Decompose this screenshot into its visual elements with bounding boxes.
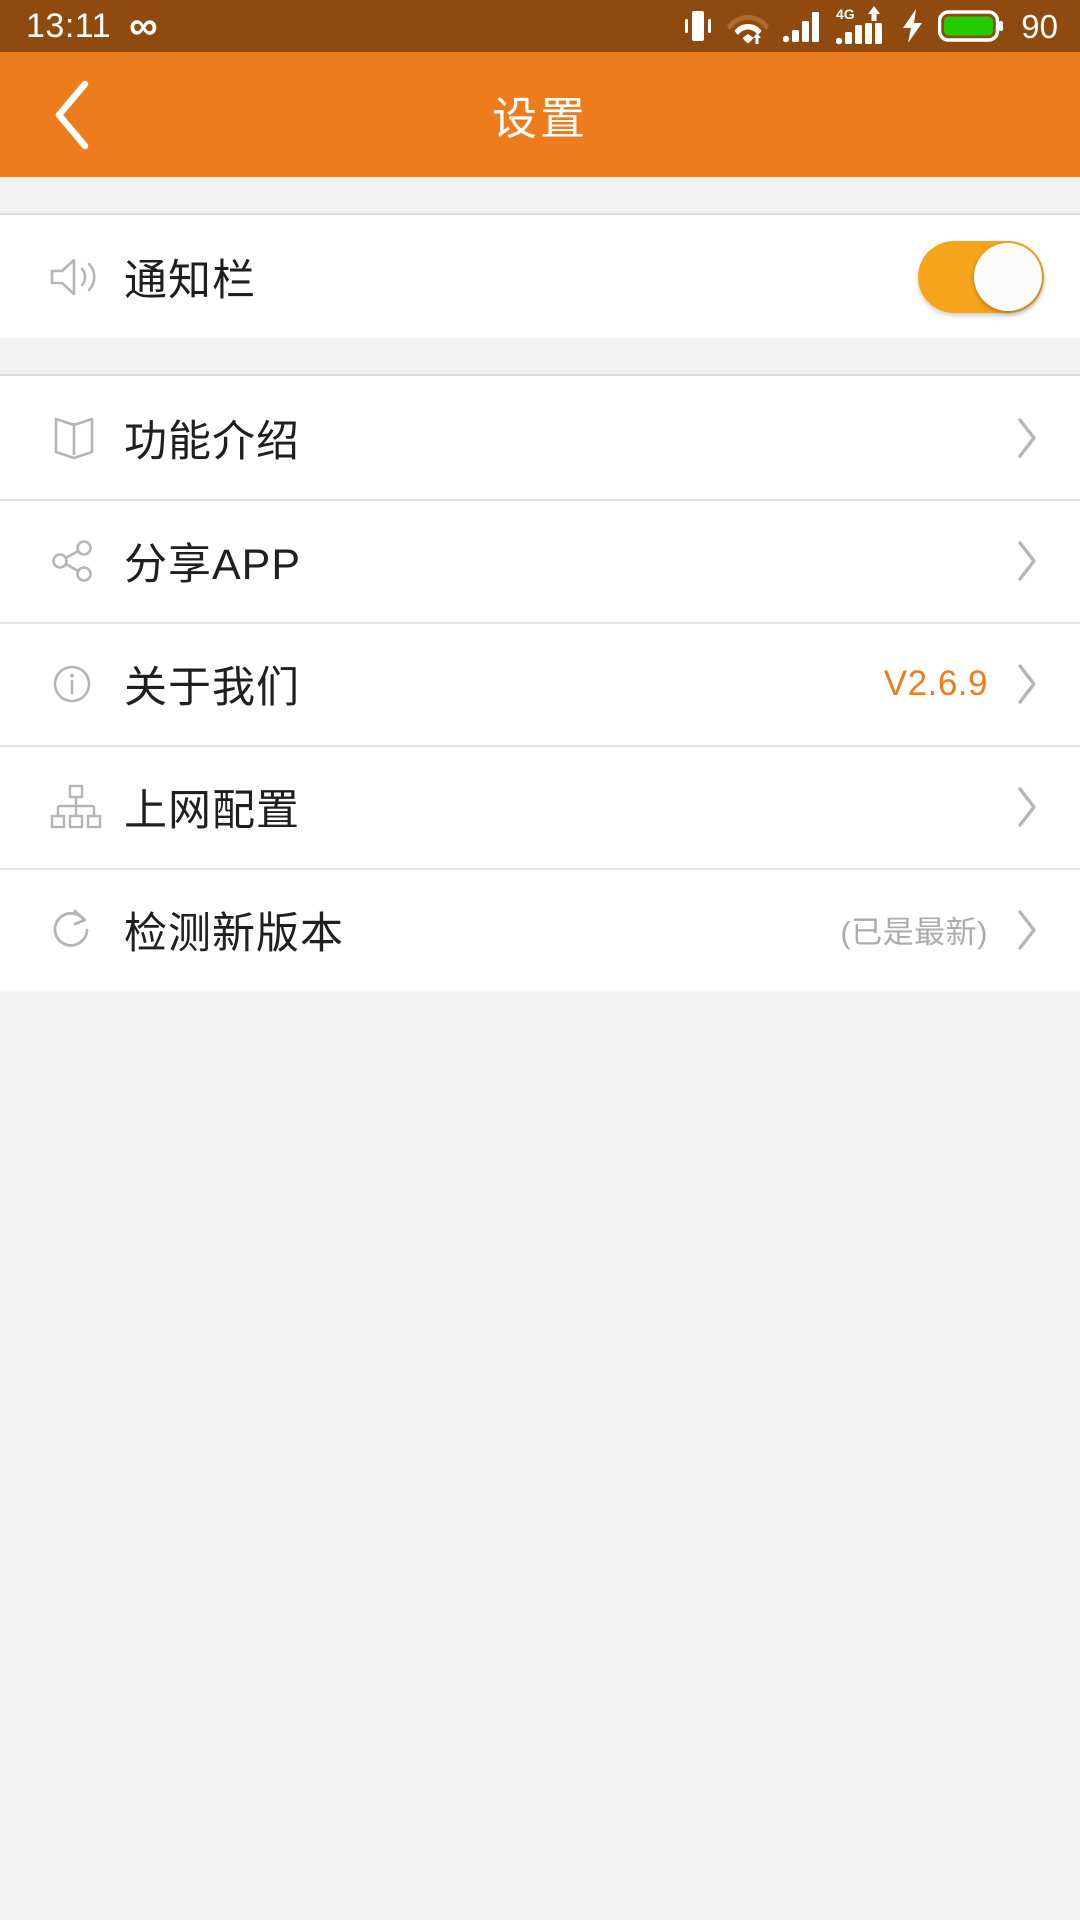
settings-row-about-us[interactable]: 关于我们 V2.6.9 — [0, 622, 1080, 745]
settings-row-feature-intro[interactable]: 功能介绍 — [0, 376, 1080, 499]
update-status-label: (已是最新) — [840, 915, 988, 950]
info-icon — [48, 660, 110, 708]
battery-percent-label: 90 — [1021, 7, 1058, 45]
chevron-right-icon — [1010, 416, 1044, 460]
infinity-icon: ∞ — [129, 4, 157, 48]
chevron-right-icon — [1010, 539, 1044, 583]
settings-row-label: 上网配置 — [124, 786, 300, 835]
page-filler — [0, 991, 1080, 1920]
vibrate-icon — [685, 11, 712, 41]
svg-text:4G: 4G — [836, 6, 855, 22]
settings-row-label: 通知栏 — [124, 256, 256, 305]
settings-row-label: 关于我们 — [124, 663, 300, 712]
chevron-right-icon — [1010, 908, 1044, 952]
app-version-label: V2.6.9 — [883, 663, 988, 703]
chevron-right-icon — [1010, 662, 1044, 706]
back-button[interactable] — [18, 52, 128, 177]
back-chevron-icon — [55, 80, 89, 149]
section-gap-top — [0, 177, 1080, 215]
settings-row-share-app[interactable]: 分享APP — [0, 499, 1080, 622]
app-header: 设置 — [0, 52, 1080, 177]
settings-content: 通知栏 功能介绍 分享APP 关于我们 V2.6.9 上网配置 检测新版本 (已… — [0, 177, 1080, 991]
status-bar: 13:11 ∞ 4G 90 — [0, 0, 1080, 52]
settings-row-notification-bar[interactable]: 通知栏 — [0, 215, 1080, 338]
notification-bar-toggle[interactable] — [918, 240, 1044, 313]
charging-bolt-icon — [903, 9, 923, 43]
menu-group: 功能介绍 分享APP 关于我们 V2.6.9 上网配置 检测新版本 (已是最新) — [0, 376, 1080, 991]
notification-group: 通知栏 — [0, 215, 1080, 338]
signal-bars-icon — [783, 12, 820, 43]
wifi-icon — [727, 15, 770, 44]
settings-row-network-config[interactable]: 上网配置 — [0, 745, 1080, 868]
settings-row-label: 功能介绍 — [124, 417, 300, 466]
share-icon — [48, 537, 110, 585]
status-bar-right: 4G 90 — [683, 6, 1058, 46]
settings-row-label: 分享APP — [124, 540, 302, 589]
sitemap-icon — [48, 782, 110, 832]
status-bar-clock: 13:11 — [26, 7, 112, 45]
settings-row-label: 检测新版本 — [124, 909, 344, 958]
section-gap-middle — [0, 338, 1080, 376]
speaker-icon — [48, 253, 110, 301]
chevron-right-icon — [1010, 785, 1044, 829]
toggle-knob — [974, 242, 1042, 311]
status-bar-left: 13:11 ∞ — [26, 4, 158, 48]
battery-icon — [938, 10, 1004, 42]
page-title: 设置 — [491, 93, 588, 144]
settings-row-check-update[interactable]: 检测新版本 (已是最新) — [0, 868, 1080, 991]
book-icon — [48, 414, 110, 462]
signal-bars-4g-icon: 4G — [836, 6, 883, 45]
settings-screen: 13:11 ∞ 4G 90 设置 通知栏 功能介绍 分享APP 关于我们 V2.… — [0, 0, 1080, 1920]
refresh-icon — [48, 906, 110, 954]
